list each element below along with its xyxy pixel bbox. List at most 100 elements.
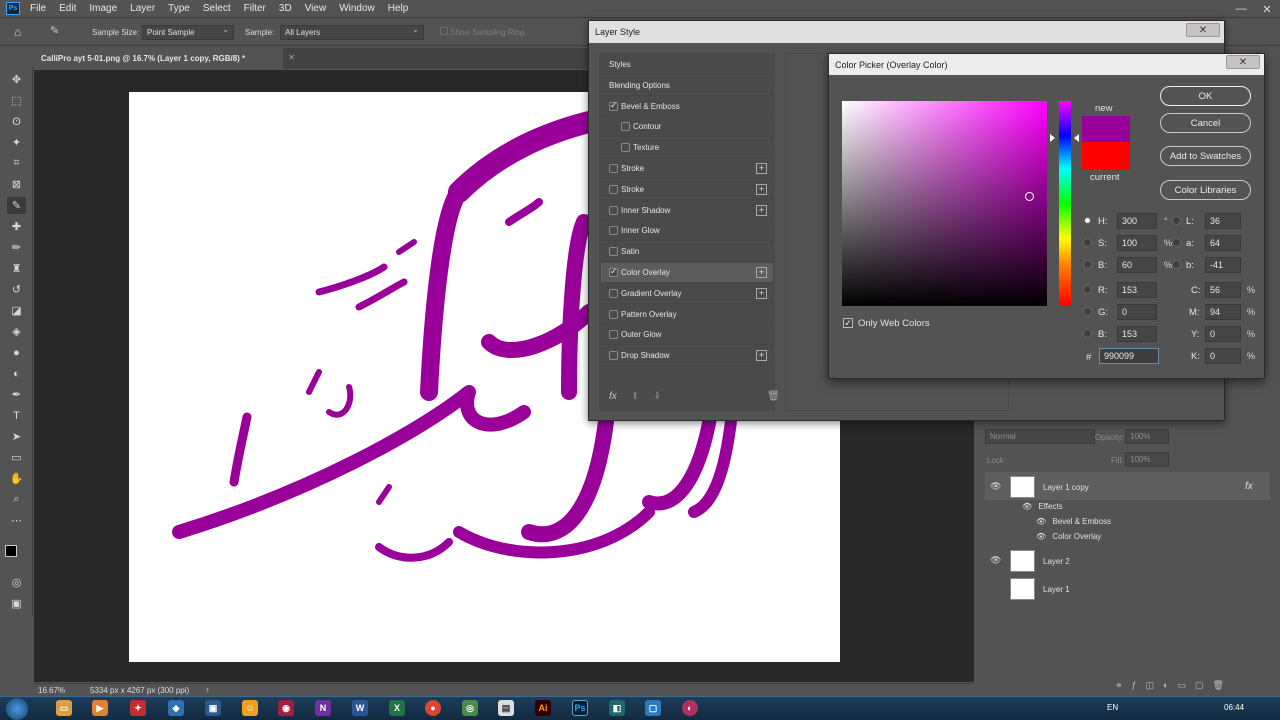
style-row-bevel-emboss[interactable]: Bevel & Emboss	[601, 97, 773, 117]
clone-stamp-icon[interactable]: ♜	[7, 260, 26, 277]
app-icon[interactable]: ▤	[498, 700, 514, 716]
explorer-icon[interactable]: ▭	[56, 700, 72, 716]
move-up-icon[interactable]: ⬆	[631, 391, 639, 402]
style-row-outer-glow[interactable]: Outer Glow	[601, 325, 773, 346]
zoom-level[interactable]: 16.67%	[38, 686, 65, 695]
brush-tool-icon[interactable]: ✏	[7, 239, 26, 256]
l-radio[interactable]	[1172, 216, 1181, 225]
fx-menu-icon[interactable]: fx	[609, 391, 617, 402]
lab-b-radio[interactable]	[1172, 260, 1181, 269]
g-input[interactable]: 0	[1117, 304, 1157, 320]
color-picker-close-icon[interactable]: ✕	[1226, 55, 1260, 69]
add-style-instance-icon[interactable]: +	[756, 204, 767, 216]
opacity-input[interactable]: 100%	[1125, 429, 1169, 444]
close-tab-icon[interactable]: ✕	[288, 53, 295, 62]
lasso-tool-icon[interactable]: ʘ	[7, 113, 26, 130]
add-to-swatches-button[interactable]: Add to Swatches	[1160, 146, 1251, 166]
b-input[interactable]: 60	[1117, 257, 1157, 273]
foreground-color-swatch[interactable]	[5, 545, 17, 557]
layer-row-layer-2[interactable]: 👁 Layer 2	[985, 547, 1275, 575]
visibility-eye-icon[interactable]: □	[990, 583, 1000, 593]
effects-row[interactable]: 👁 Effects	[1022, 502, 1063, 511]
onenote-icon[interactable]: N	[315, 700, 331, 716]
start-button-icon[interactable]	[6, 698, 28, 720]
style-checkbox[interactable]	[609, 100, 618, 111]
menu-select[interactable]: Select	[203, 3, 231, 14]
hue-slider-left-arrow[interactable]	[1050, 134, 1055, 142]
style-checkbox[interactable]	[609, 266, 618, 277]
healing-brush-icon[interactable]: ✚	[7, 218, 26, 235]
style-row-contour[interactable]: Contour	[601, 117, 773, 138]
menu-3d[interactable]: 3D	[279, 3, 292, 14]
style-row-pattern-overlay[interactable]: Pattern Overlay	[601, 305, 773, 325]
app-icon[interactable]: ◐	[682, 700, 698, 716]
r-radio[interactable]	[1083, 285, 1092, 294]
illustrator-icon[interactable]: Ai	[535, 700, 551, 716]
r-input[interactable]: 153	[1117, 282, 1157, 298]
media-player-icon[interactable]: ▶	[92, 700, 108, 716]
style-row-blending-options[interactable]: Blending Options	[601, 76, 773, 96]
s-radio[interactable]	[1083, 238, 1092, 247]
word-icon[interactable]: W	[352, 700, 368, 716]
paint-bucket-icon[interactable]: ◈	[7, 323, 26, 340]
a-input[interactable]: 64	[1205, 235, 1241, 251]
menu-image[interactable]: Image	[89, 3, 117, 14]
crop-tool-icon[interactable]: ⌗	[7, 155, 26, 172]
path-select-icon[interactable]: ➤	[7, 428, 26, 445]
c-input[interactable]: 56	[1205, 282, 1241, 298]
style-row-inner-glow[interactable]: Inner Glow	[601, 221, 773, 242]
visibility-eye-icon[interactable]: 👁	[990, 481, 1001, 491]
show-ring-checkbox[interactable]	[440, 27, 448, 35]
add-style-instance-icon[interactable]: +	[756, 287, 767, 299]
lab-b-input[interactable]: -41	[1205, 257, 1241, 273]
effect-eye-icon[interactable]: 👁	[1036, 517, 1046, 526]
add-style-instance-icon[interactable]: +	[756, 163, 767, 174]
l-input[interactable]: 36	[1205, 213, 1241, 229]
style-row-satin[interactable]: Satin	[601, 242, 773, 263]
app-icon[interactable]: ▢	[645, 700, 661, 716]
language-indicator[interactable]: EN	[1107, 703, 1118, 712]
app-icon[interactable]: ☺	[242, 700, 258, 716]
marquee-tool-icon[interactable]: ⬚	[7, 92, 26, 109]
eyedropper-tool-icon[interactable]: ✎	[7, 197, 26, 214]
chrome-icon[interactable]: ●	[425, 700, 441, 716]
h-radio[interactable]	[1083, 216, 1092, 225]
pen-tool-icon[interactable]: ✒	[7, 386, 26, 403]
sample-select[interactable]: All Layers	[280, 25, 424, 40]
move-down-icon[interactable]: ⬇	[653, 391, 661, 402]
y-input[interactable]: 0	[1205, 326, 1241, 342]
add-style-instance-icon[interactable]: +	[756, 267, 767, 278]
rectangle-tool-icon[interactable]: ▭	[7, 449, 26, 466]
app-icon[interactable]: ▣	[205, 700, 221, 716]
style-checkbox[interactable]	[609, 164, 618, 173]
color-libraries-button[interactable]: Color Libraries	[1160, 180, 1251, 200]
m-input[interactable]: 94	[1205, 304, 1241, 320]
hue-slider[interactable]	[1059, 101, 1071, 306]
current-color-swatch[interactable]	[1082, 142, 1130, 170]
visibility-eye-icon[interactable]: 👁	[990, 555, 1001, 565]
style-checkbox[interactable]	[609, 288, 618, 298]
more-tools-icon[interactable]: ⋯	[7, 512, 26, 529]
hue-slider-right-arrow[interactable]	[1074, 134, 1079, 142]
fx-icon[interactable]: fx	[1245, 481, 1253, 492]
eraser-tool-icon[interactable]: ◪	[7, 302, 26, 319]
close-window-icon[interactable]: ✕	[1254, 0, 1280, 18]
style-row-inner-shadow[interactable]: Inner Shadow +	[601, 201, 773, 221]
zoom-tool-icon[interactable]: ⌕	[7, 491, 26, 508]
app-icon[interactable]: ◧	[609, 700, 625, 716]
menu-window[interactable]: Window	[339, 3, 375, 14]
menu-view[interactable]: View	[305, 3, 327, 14]
h-input[interactable]: 300	[1117, 213, 1157, 229]
app-icon[interactable]: ◆	[168, 700, 184, 716]
history-brush-icon[interactable]: ↺	[7, 281, 26, 298]
screen-mode-icon[interactable]: ▣	[7, 595, 26, 612]
layers-footer-icons[interactable]: ⚭ƒ◫◐▭▢🗑	[1115, 680, 1265, 692]
style-checkbox[interactable]	[621, 143, 630, 153]
style-checkbox[interactable]	[609, 184, 618, 194]
style-checkbox[interactable]	[609, 226, 618, 236]
menu-filter[interactable]: Filter	[244, 3, 266, 14]
ok-button[interactable]: OK	[1160, 86, 1251, 106]
clock[interactable]: 06:44	[1224, 703, 1244, 712]
effect-bevel-row[interactable]: 👁 Bevel & Emboss	[1036, 517, 1111, 526]
menu-type[interactable]: Type	[168, 3, 190, 14]
